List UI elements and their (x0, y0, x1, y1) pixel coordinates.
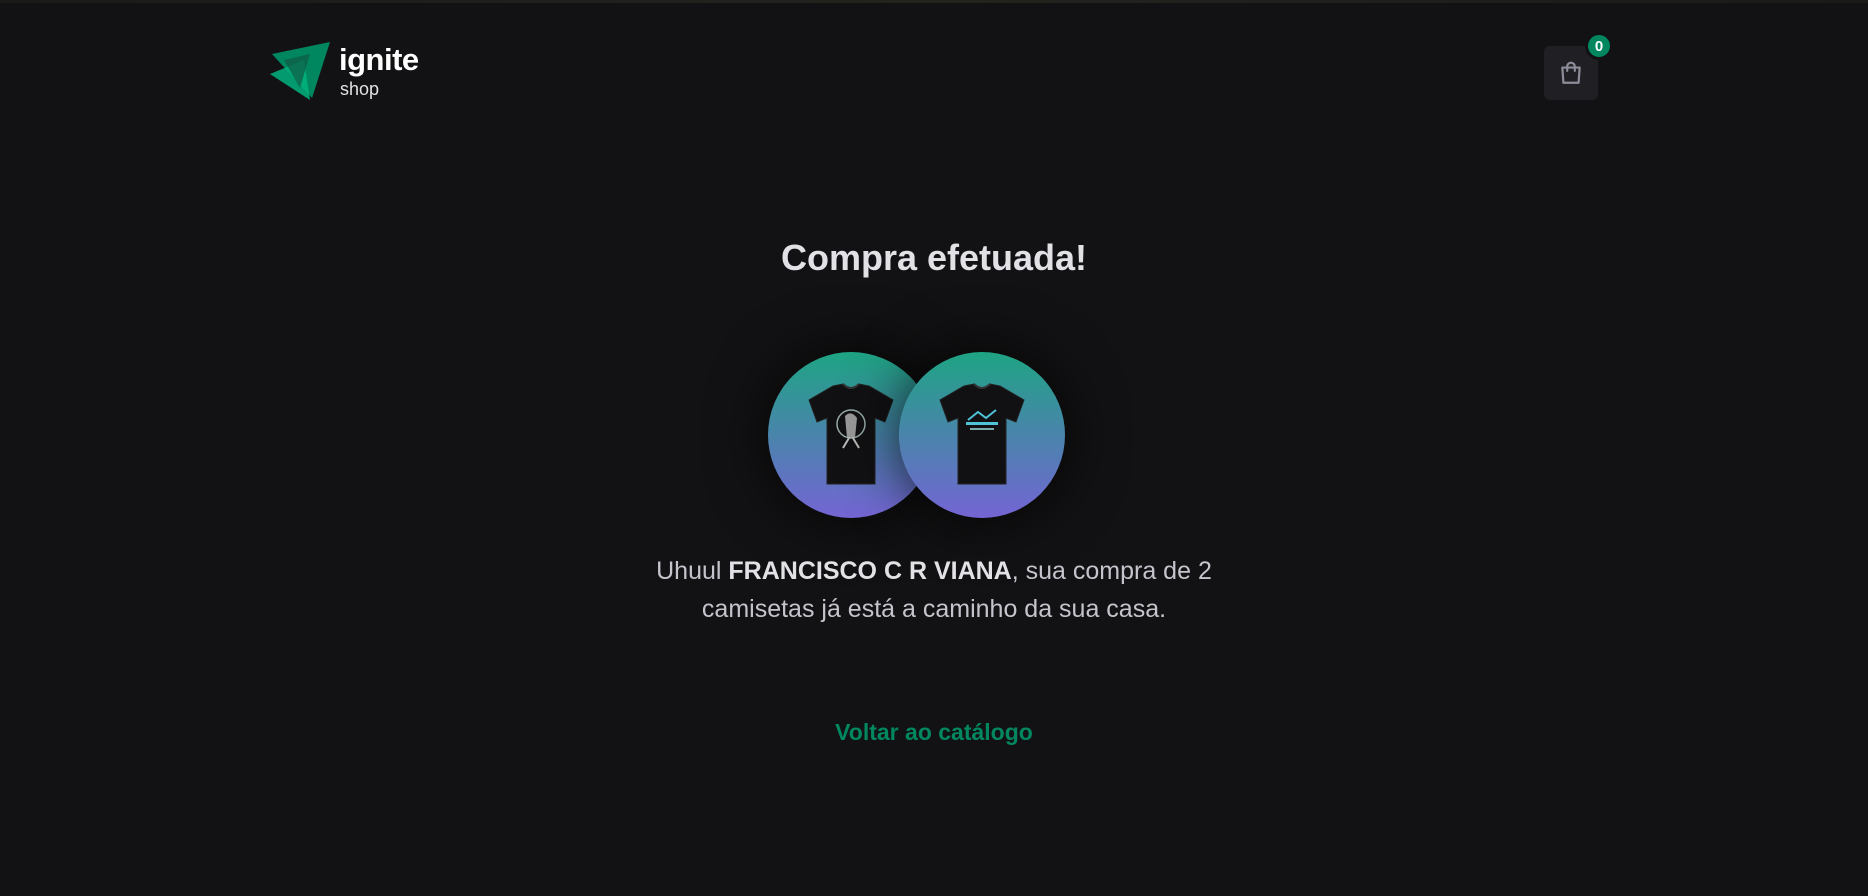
page-title: Compra efetuada! (780, 237, 1088, 278)
tshirt-icon (808, 383, 894, 485)
product-images (768, 352, 1068, 522)
message-prefix: Uhuul (656, 557, 729, 585)
back-to-catalog-link: Voltar ao catálogo (0, 718, 1868, 746)
cart-count-badge: 0 (1585, 32, 1613, 60)
customer-name: FRANCISCO C R VIANA (728, 557, 1012, 585)
success-message: Uhuul FRANCISCO C R VIANA, sua compra de… (634, 552, 1234, 628)
success-page: Compra efetuada! Uhuul FRANCISCO C R VIA… (0, 140, 1868, 896)
logo[interactable]: ignite shop (270, 40, 430, 102)
triangle-logo-icon (270, 42, 330, 100)
tshirt-icon (939, 383, 1025, 485)
logo-subtitle: shop (340, 79, 380, 99)
product-image (899, 352, 1065, 518)
back-to-catalog-label[interactable]: Voltar ao catálogo (835, 719, 1033, 745)
header: ignite shop 0 (0, 0, 1868, 140)
shopping-bag-icon (1561, 61, 1581, 84)
logo-title: ignite (339, 42, 419, 77)
